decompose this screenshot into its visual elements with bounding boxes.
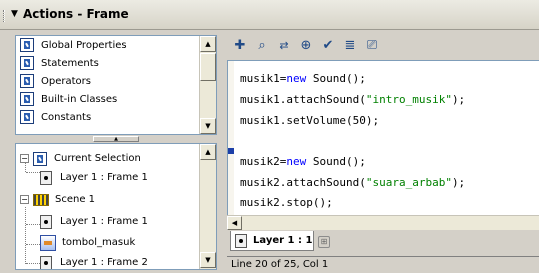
- toolbox-item-constants[interactable]: Constants: [16, 108, 216, 126]
- scroll-down-button[interactable]: ▼: [200, 118, 216, 134]
- tree-item-current-frame[interactable]: Layer 1 : Frame 1: [40, 168, 148, 187]
- editor-horizontal-scrollbar[interactable]: ◀: [227, 215, 539, 230]
- tree-label: Current Selection: [54, 153, 141, 164]
- scene-icon: [33, 193, 49, 206]
- code-line-7: musik2.stop();: [240, 196, 333, 209]
- code-line-2: musik1.attachSound("intro_musik");: [240, 93, 466, 106]
- script-toolbar: ✚ ⌕ ⇄ ⊕ ✔ ≣ ⎚: [222, 33, 539, 57]
- navigator-scrollbar[interactable]: ▲ ▼: [199, 144, 216, 269]
- tree-item-scene-frame-1[interactable]: Layer 1 : Frame 1: [40, 212, 148, 231]
- toolbox-item-built-in-classes[interactable]: Built-in Classes: [16, 90, 216, 108]
- editor-gutter: [228, 61, 234, 228]
- replace-icon[interactable]: ⇄: [276, 37, 292, 53]
- scroll-down-button[interactable]: ▼: [200, 252, 216, 268]
- add-action-icon[interactable]: ✚: [232, 37, 248, 53]
- tree-label: Scene 1: [55, 194, 96, 205]
- status-text: Line 20 of 25, Col 1: [231, 259, 329, 270]
- current-line-marker: [228, 148, 234, 154]
- tab-label: Layer 1 : 1: [253, 235, 313, 246]
- code-hint-icon[interactable]: ⎚: [364, 37, 380, 53]
- collapse-icon[interactable]: −: [20, 195, 29, 204]
- code-line-5: musik2=new Sound();: [240, 155, 366, 168]
- check-syntax-icon[interactable]: ✔: [320, 37, 336, 53]
- scroll-up-button[interactable]: ▲: [200, 36, 216, 52]
- toolbox-item-label: Global Properties: [41, 39, 127, 51]
- toolbox-item-label: Constants: [41, 111, 92, 123]
- collapse-pane-button[interactable]: ▲: [93, 136, 139, 142]
- toolbox-item-label: Operators: [41, 75, 91, 87]
- toolbox-item-operators[interactable]: Operators: [16, 72, 216, 90]
- find-icon[interactable]: ⌕: [254, 37, 270, 53]
- button-symbol-icon: [40, 234, 56, 251]
- book-icon: [20, 56, 34, 70]
- collapse-arrow-icon[interactable]: ▼: [11, 9, 18, 19]
- auto-format-icon[interactable]: ≣: [342, 37, 358, 53]
- script-editor[interactable]: musik1=new Sound(); musik1.attachSound("…: [227, 60, 539, 228]
- tree-item-button-symbol[interactable]: tombol_masuk: [40, 233, 135, 252]
- tree-label: Layer 1 : Frame 1: [60, 172, 148, 183]
- pin-script-icon[interactable]: ⊞: [318, 236, 330, 248]
- scroll-left-button[interactable]: ◀: [227, 216, 242, 230]
- toolbox-scrollbar[interactable]: ▲ ▼: [199, 36, 216, 134]
- frame-icon: [40, 255, 52, 269]
- pane-divider[interactable]: ▲: [15, 136, 217, 142]
- tree-item-scene-frame-2[interactable]: Layer 1 : Frame 2: [40, 253, 148, 269]
- tree-item-current-selection[interactable]: − Current Selection: [20, 149, 141, 168]
- tree-label: tombol_masuk: [62, 237, 136, 248]
- script-navigator: − Current Selection Layer 1 : Frame 1 − …: [15, 143, 217, 270]
- script-tab-bar: Layer 1 : 1 ⊞: [227, 230, 539, 254]
- collapse-icon[interactable]: −: [20, 154, 29, 163]
- script-tab[interactable]: Layer 1 : 1: [230, 231, 314, 251]
- panel-title: Actions - Frame: [23, 7, 129, 21]
- scroll-up-button[interactable]: ▲: [200, 144, 216, 160]
- code-line-1: musik1=new Sound();: [240, 72, 366, 85]
- code-line-3: musik1.setVolume(50);: [240, 114, 380, 127]
- toolbox-item-label: Statements: [41, 57, 99, 69]
- gripper-handle[interactable]: [3, 10, 5, 22]
- frame-icon: [40, 214, 52, 229]
- insert-target-path-icon[interactable]: ⊕: [298, 37, 314, 53]
- toolbox-item-label: Built-in Classes: [41, 93, 118, 105]
- book-icon: [33, 151, 47, 166]
- scroll-thumb[interactable]: [200, 53, 216, 81]
- book-icon: [20, 92, 34, 106]
- frame-icon: [40, 170, 52, 185]
- toolbox-item-global-properties[interactable]: Global Properties: [16, 36, 216, 54]
- tree-label: Layer 1 : Frame 1: [60, 216, 148, 227]
- code-line-6: musik2.attachSound("suara_arbab");: [240, 176, 466, 189]
- tree-item-scene[interactable]: − Scene 1: [20, 190, 95, 209]
- tree-label: Layer 1 : Frame 2: [60, 257, 148, 268]
- frame-icon: [235, 233, 247, 248]
- book-icon: [20, 38, 34, 52]
- panel-title-bar[interactable]: ▼ Actions - Frame: [0, 0, 539, 30]
- actions-toolbox: Global Properties Statements Operators B…: [15, 35, 217, 135]
- book-icon: [20, 74, 34, 88]
- toolbox-item-statements[interactable]: Statements: [16, 54, 216, 72]
- book-icon: [20, 110, 34, 124]
- status-bar: Line 20 of 25, Col 1: [227, 256, 539, 273]
